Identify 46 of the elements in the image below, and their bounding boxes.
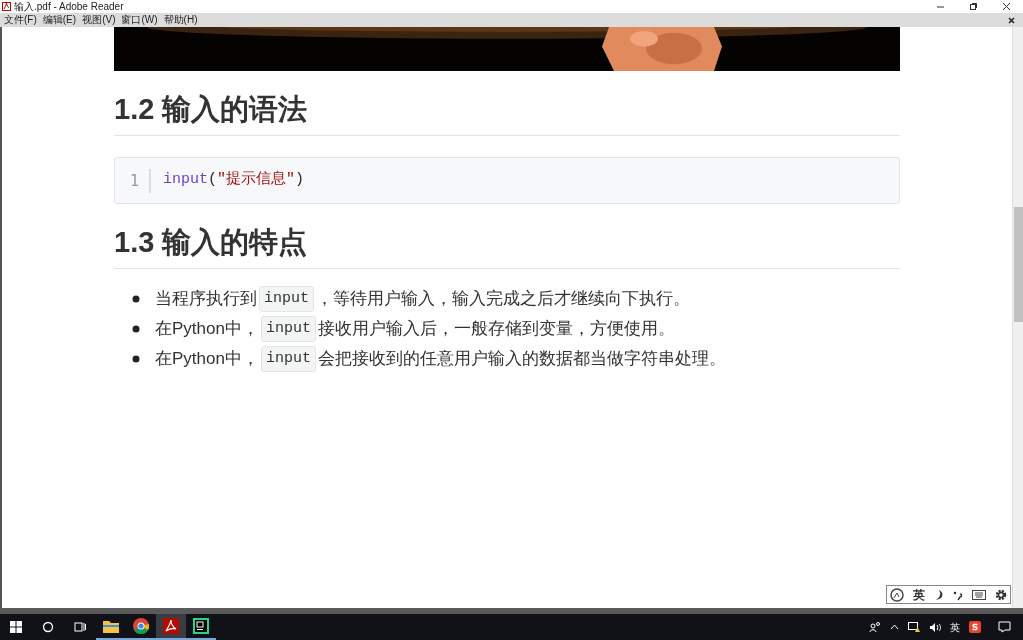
bullet-text: 当程序执行到 — [155, 288, 257, 311]
code-line: input("提示信息") — [163, 170, 305, 191]
search-icon[interactable] — [42, 621, 54, 633]
menu-item[interactable]: 帮助(H) — [163, 15, 198, 25]
vertical-scrollbar[interactable] — [1012, 27, 1023, 608]
task-view-icon[interactable] — [74, 621, 86, 633]
bullet-text: 会把接收到的任意用户输入的数据都当做字符串处理。 — [317, 348, 726, 371]
menu-item[interactable]: 编辑(E) — [42, 15, 77, 25]
bullet-icon — [132, 295, 140, 303]
line-number: 1 — [115, 168, 151, 193]
people-icon[interactable] — [869, 621, 881, 633]
ide-icon — [193, 618, 209, 634]
bullet-text: 在Python中， — [155, 318, 259, 341]
menu-item[interactable]: 文件(F) — [4, 15, 37, 25]
inline-code: input — [260, 315, 316, 343]
input-mode-toggle[interactable]: 英 — [913, 585, 925, 604]
ime-logo-icon[interactable] — [890, 587, 904, 602]
pdf-icon — [163, 618, 179, 634]
sogou-icon[interactable] — [969, 621, 981, 633]
bullet-icon — [132, 355, 140, 363]
menu-item[interactable]: 窗口(W) — [121, 15, 158, 25]
section-heading: 1.2 输入的语法 — [114, 89, 900, 136]
close-icon[interactable] — [1008, 16, 1015, 24]
network-icon[interactable] — [908, 621, 920, 633]
keyboard-icon[interactable] — [972, 589, 986, 600]
browser-icon — [133, 618, 149, 634]
taskbar-app[interactable] — [156, 614, 186, 640]
inline-code: input — [259, 285, 314, 313]
input-language-indicator[interactable]: 英 — [950, 619, 960, 635]
inline-code: input — [260, 345, 316, 373]
notification-icon[interactable] — [998, 621, 1011, 633]
bullet-text: ，等待用户输入，输入完成之后才继续向下执行。 — [316, 288, 690, 311]
chevron-up-icon[interactable] — [890, 624, 899, 630]
horizontal-scrollbar[interactable] — [0, 608, 1023, 614]
bullet-text: 接收用户输入后，一般存储到变量，方便使用。 — [317, 318, 675, 341]
bullet-icon — [132, 325, 140, 333]
restore-icon[interactable] — [969, 2, 978, 11]
close-icon[interactable] — [1002, 2, 1011, 11]
section-heading: 1.3 输入的特点 — [114, 222, 900, 269]
menu-item[interactable]: 视图(V) — [82, 15, 116, 25]
bullet-text: 在Python中， — [155, 348, 259, 371]
folder-icon — [103, 619, 119, 633]
speaker-icon[interactable] — [929, 621, 941, 633]
settings-icon[interactable] — [995, 588, 1007, 601]
window-title: 输入.pdf - Adobe Reader — [14, 1, 124, 12]
start-icon[interactable] — [10, 621, 22, 633]
